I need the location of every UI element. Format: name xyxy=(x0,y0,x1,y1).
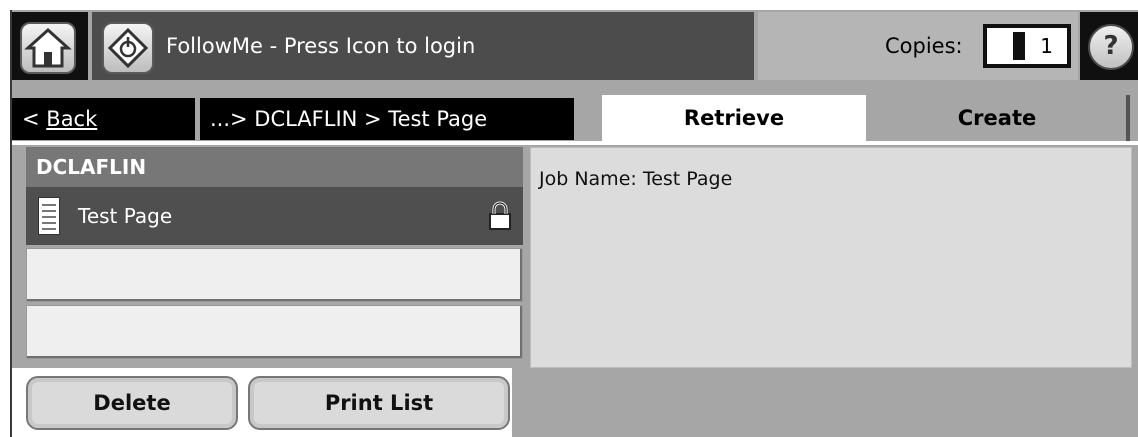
tab-retrieve[interactable]: Retrieve xyxy=(602,95,866,141)
text-cursor xyxy=(1013,32,1025,60)
tab-create[interactable]: Create xyxy=(868,95,1130,141)
login-button[interactable] xyxy=(102,22,154,74)
frame-left xyxy=(0,0,10,437)
frame-top xyxy=(0,0,1138,10)
login-icon xyxy=(107,27,149,69)
job-detail-panel: Job Name: Test Page xyxy=(530,147,1132,368)
back-label: Back xyxy=(46,107,98,131)
copies-input[interactable]: 1 xyxy=(983,24,1071,68)
help-button[interactable]: ? xyxy=(1088,24,1134,70)
home-button[interactable] xyxy=(20,22,76,74)
document-icon xyxy=(38,197,60,235)
tab-divider xyxy=(12,141,1138,145)
header-title: FollowMe - Press Icon to login xyxy=(166,34,476,58)
print-list-button[interactable]: Print List xyxy=(248,376,510,430)
home-icon xyxy=(24,27,72,68)
job-name: Job Name: Test Page xyxy=(539,168,733,190)
delete-button[interactable]: Delete xyxy=(26,376,238,430)
copies-label: Copies: xyxy=(885,34,963,58)
breadcrumb: ...> DCLAFLIN > Test Page xyxy=(200,98,574,140)
list-header: DCLAFLIN xyxy=(26,147,523,187)
back-prefix: < xyxy=(22,107,47,131)
list-item[interactable]: Test Page xyxy=(26,187,523,245)
back-button[interactable]: < Back xyxy=(12,98,195,140)
copies-field[interactable]: 1 xyxy=(987,28,1067,64)
list-item-empty[interactable] xyxy=(26,305,523,359)
lock-icon xyxy=(489,201,511,230)
list-item-empty[interactable] xyxy=(26,248,523,302)
help-icon: ? xyxy=(1103,31,1119,61)
copies-value: 1 xyxy=(1040,34,1053,58)
list-item-label: Test Page xyxy=(78,204,173,228)
